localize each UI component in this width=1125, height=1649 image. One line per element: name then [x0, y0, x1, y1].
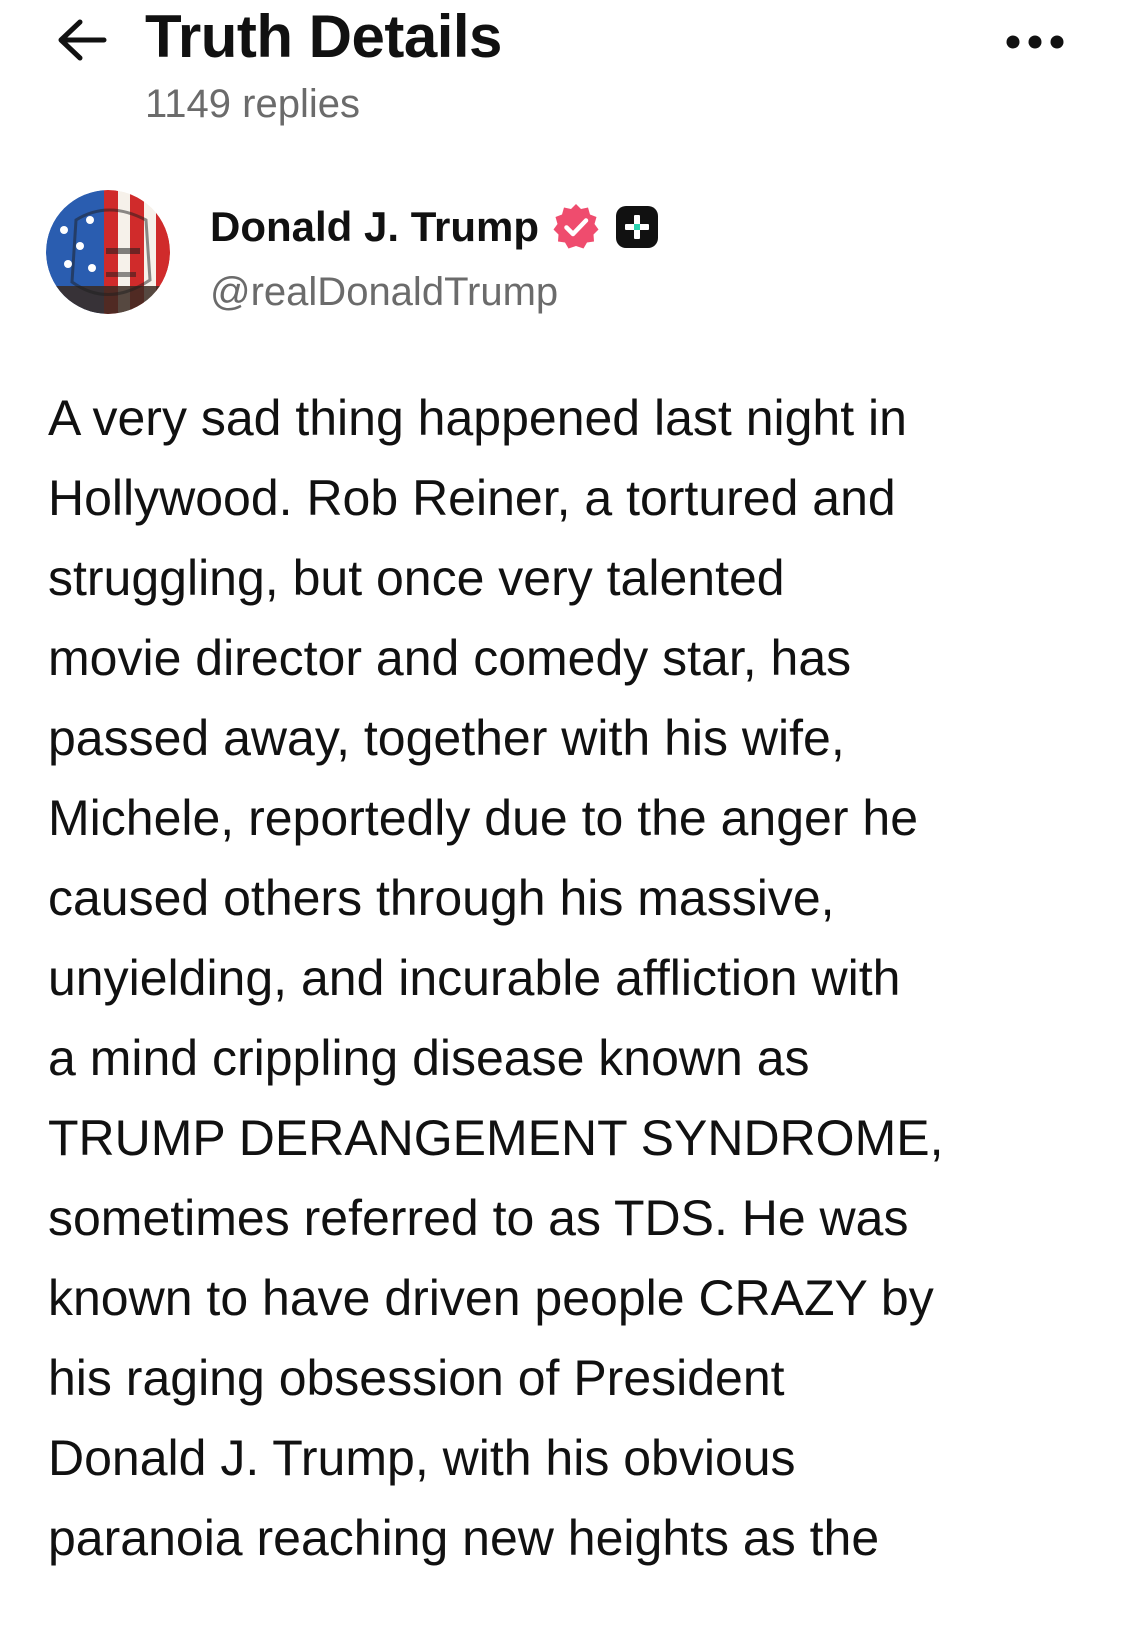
verified-badge-icon: [551, 202, 601, 252]
post-author: Donald J. Trump @realDonaldTrump: [0, 190, 1125, 330]
display-name-row: Donald J. Trump: [210, 202, 659, 252]
top-bar: Truth Details 1149 replies: [0, 0, 1125, 150]
post-text: A very sad thing happened last night in …: [48, 390, 944, 1566]
plus-badge-icon: [615, 205, 659, 249]
avatar-image: [46, 190, 170, 314]
page-title: Truth Details: [145, 3, 502, 70]
display-name[interactable]: Donald J. Trump: [210, 203, 539, 251]
back-button[interactable]: [52, 10, 112, 70]
replies-count: 1149 replies: [145, 82, 360, 126]
avatar[interactable]: [46, 190, 170, 314]
more-horizontal-icon: [1006, 35, 1064, 49]
more-options-button[interactable]: [990, 20, 1080, 64]
author-handle[interactable]: @realDonaldTrump: [210, 270, 558, 315]
arrow-left-icon: [58, 19, 107, 61]
